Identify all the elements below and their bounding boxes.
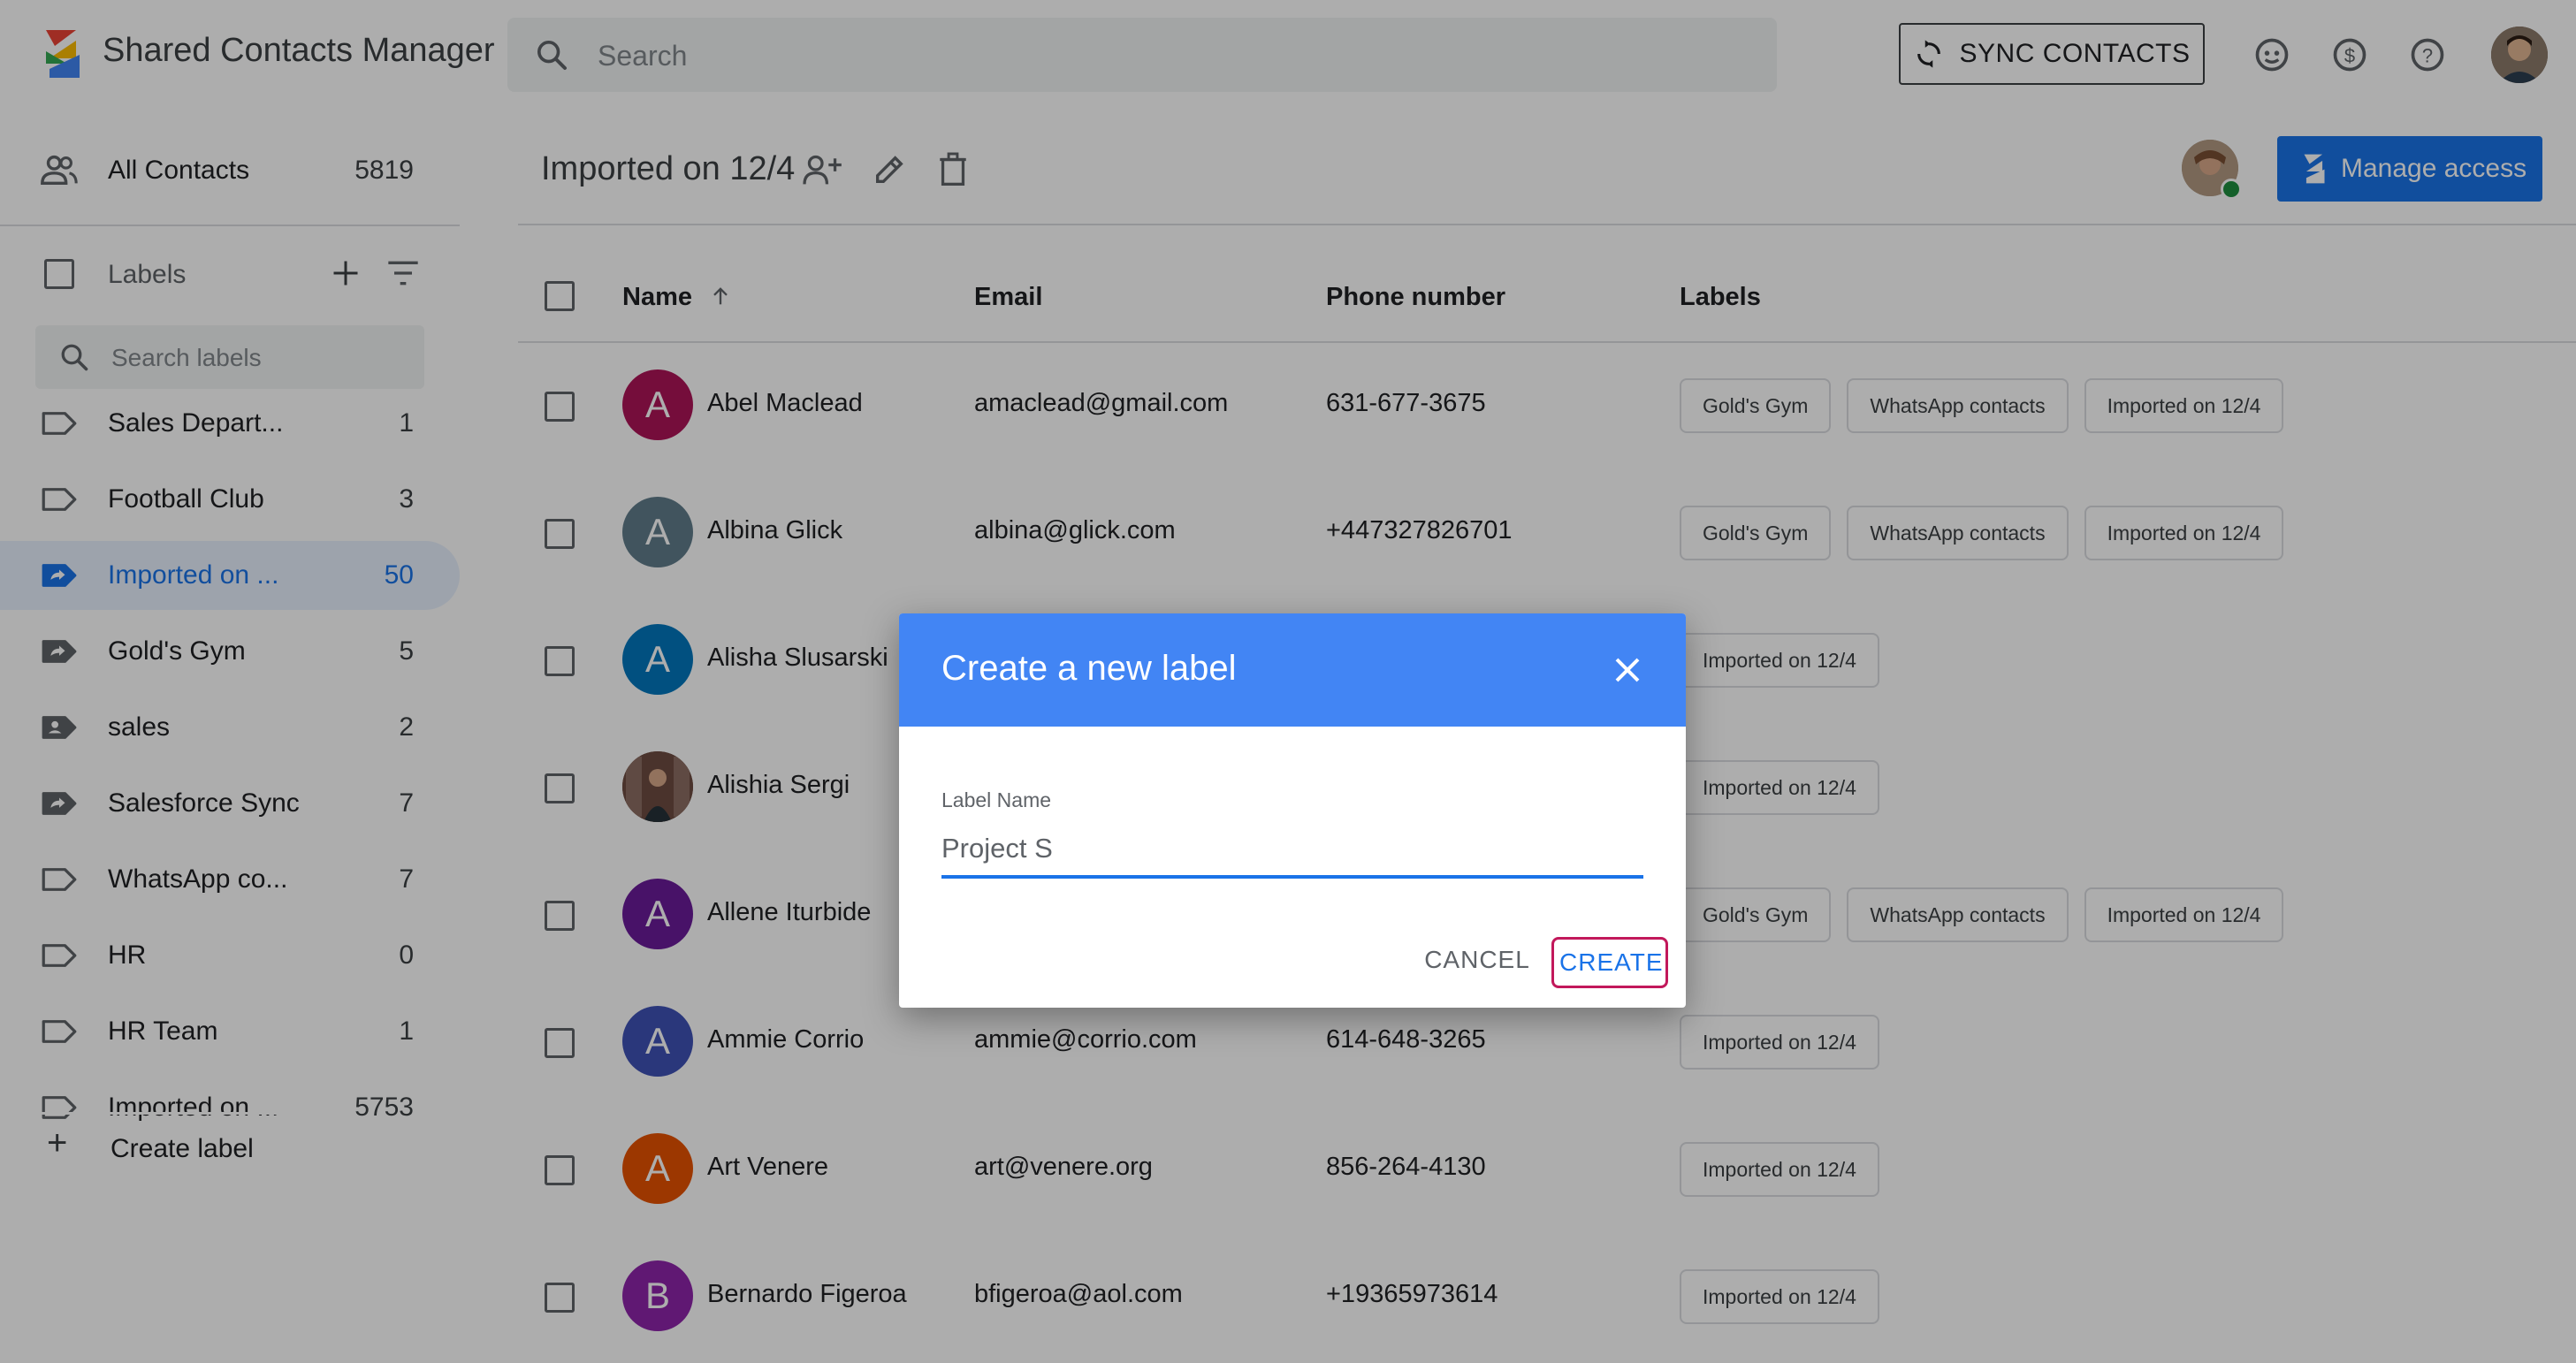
dialog-header: Create a new label <box>899 613 1686 727</box>
create-label-dialog: Create a new label Label Name CANCEL CRE… <box>899 613 1686 1008</box>
app-root: Shared Contacts Manager SYNC CONTACTS <box>0 0 2576 1363</box>
dialog-title: Create a new label <box>941 649 1237 688</box>
close-icon[interactable] <box>1606 649 1649 691</box>
label-name-field-label: Label Name <box>941 788 1052 811</box>
create-button[interactable]: CREATE <box>1551 937 1668 988</box>
cancel-button[interactable]: CANCEL <box>1410 933 1544 986</box>
label-name-input[interactable] <box>941 822 1643 879</box>
